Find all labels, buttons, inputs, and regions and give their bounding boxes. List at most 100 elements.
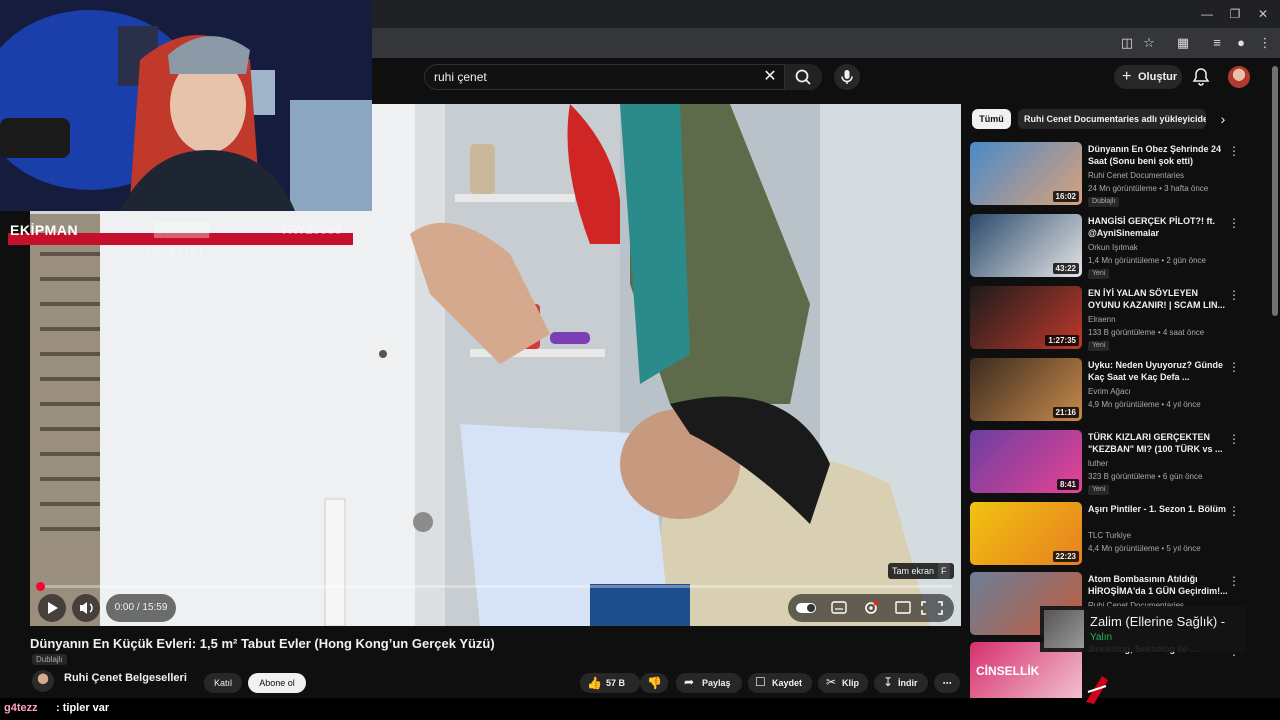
bookmark-star-icon[interactable]: ☆ [1140, 34, 1158, 52]
download-icon: ↧ [883, 675, 894, 689]
video-thumbnail[interactable]: 22:23 [970, 502, 1082, 565]
search-input[interactable] [434, 69, 754, 85]
minimize-icon[interactable]: — [1198, 5, 1216, 23]
progress-scrubber[interactable] [36, 582, 45, 591]
tooltip-text: Tam ekran [892, 566, 935, 576]
equipment-label: EKİPMAN [10, 222, 79, 238]
more-options-icon[interactable]: ⋮ [1228, 503, 1240, 519]
recommended-channel-name[interactable]: TLC Turkiye [1088, 531, 1131, 540]
more-options-icon[interactable]: ⋮ [1228, 287, 1240, 303]
thumbnail-text: CİNSELLİK [976, 664, 1040, 678]
chip-uploader[interactable]: Ruhi Cenet Documentaries adlı yükleyicid… [1018, 109, 1206, 129]
save-label: Kaydet [772, 678, 803, 688]
recommended-video-title[interactable]: EN İYİ YALAN SÖYLEYEN OYUNU KAZANIR! | S… [1088, 287, 1228, 311]
video-thumbnail[interactable]: 43:22 [970, 214, 1082, 277]
share-label: Paylaş [702, 678, 731, 688]
recommended-video-meta: 1,4 Mn görüntüleme • 2 gün önce [1088, 256, 1206, 265]
recommended-badge: Dublajlı [1088, 197, 1120, 207]
clear-search-icon[interactable]: ✕ [762, 67, 778, 87]
more-actions-button[interactable]: ⋯ [934, 673, 960, 693]
recommended-channel-name[interactable]: Ruhi Cenet Documentaries [1088, 171, 1184, 180]
volume-icon [80, 602, 93, 614]
recommended-video-meta: 24 Mn görüntüleme • 3 hafta önce [1088, 184, 1209, 193]
extensions-icon[interactable]: ▦ [1174, 34, 1192, 52]
settings-gear-icon[interactable] [865, 600, 879, 614]
dubbed-badge: Dublajlı [32, 654, 67, 665]
scrollbar[interactable] [1272, 66, 1278, 316]
volume-button[interactable] [72, 594, 100, 622]
recommended-badge: Yeni [1088, 341, 1110, 351]
time-display: 0:00 / 15:59 [106, 594, 176, 622]
cast-icon[interactable]: ◫ [1118, 34, 1136, 52]
profile-icon[interactable]: ● [1232, 34, 1250, 52]
chat-username: g4tezz [4, 702, 38, 714]
video-title: Dünyanın En Küçük Evleri: 1,5 m² Tabut E… [30, 636, 495, 651]
subtitles-icon[interactable] [831, 601, 847, 614]
recommended-video-title[interactable]: Uyku: Neden Uyuyoruz? Günde Kaç Saat ve … [1088, 359, 1228, 383]
recommended-channel-name[interactable]: luther [1088, 459, 1108, 468]
restore-icon[interactable]: ❐ [1226, 5, 1244, 23]
progress-bar[interactable] [40, 585, 952, 588]
recommended-video-title[interactable]: Atom Bombasının Atıldığı HİROŞİMA'da 1 G… [1088, 573, 1228, 597]
save-icon: ☐ [755, 675, 766, 689]
join-button[interactable]: Katıl [204, 673, 242, 693]
fullscreen-icon[interactable] [921, 601, 943, 615]
chat-message: : tipler var [56, 702, 110, 714]
album-cover [1044, 610, 1084, 648]
play-button[interactable] [38, 594, 66, 622]
more-options-icon[interactable]: ⋮ [1228, 359, 1240, 375]
recommended-video-title[interactable]: Aşırı Pintiler - 1. Sezon 1. Bölüm [1088, 503, 1228, 515]
video-duration: 43:22 [1052, 263, 1079, 274]
clip-label: Klip [842, 678, 859, 688]
download-label: İndir [898, 678, 918, 688]
subscribe-button[interactable]: Abone ol [248, 673, 306, 693]
recommended-channel-name[interactable]: Orkun Işıtmak [1088, 243, 1138, 252]
equipment-blurred-text: ██████ [154, 222, 210, 237]
stream-logo-icon [1086, 676, 1108, 704]
more-options-icon[interactable]: ⋮ [1228, 143, 1240, 159]
video-duration: 8:41 [1056, 479, 1079, 490]
theater-mode-icon[interactable] [895, 601, 911, 614]
recommended-video-meta: 4,4 Mn görüntüleme • 5 yıl önce [1088, 544, 1201, 553]
tooltip-shortcut-key: F [938, 563, 950, 579]
recommended-channel-name[interactable]: Elraenn [1088, 315, 1116, 324]
channel-name[interactable]: Ruhi Çenet Belgeselleri [64, 672, 187, 684]
share-icon: ➦ [684, 675, 695, 689]
recommended-video[interactable]: 22:23 Aşırı Pintiler - 1. Sezon 1. Bölüm T… [970, 502, 1270, 566]
recommended-video-title[interactable]: HANGİSİ GERÇEK PİLOT?! ft. @AyniSinemala… [1088, 215, 1228, 239]
like-count: 57 B [606, 678, 626, 688]
recommended-video[interactable]: 8:41 TÜRK KIZLARI GERÇEKTEN "KEZBAN" MI? … [970, 430, 1270, 495]
recommended-video[interactable]: 43:22 HANGİSİ GERÇEK PİLOT?! ft. @AyniSin… [970, 214, 1270, 279]
channel-avatar[interactable] [32, 670, 54, 692]
video-duration: 22:23 [1052, 551, 1079, 562]
notifications-bell-icon[interactable] [1192, 67, 1210, 87]
search-icon [795, 69, 811, 85]
recommended-video-title[interactable]: Dünyanın En Obez Şehrinde 24 Saat (Sonu … [1088, 143, 1228, 167]
more-options-icon[interactable]: ⋮ [1228, 215, 1240, 231]
account-avatar[interactable] [1228, 66, 1250, 88]
more-options-icon[interactable]: ⋮ [1228, 431, 1240, 447]
recommended-video[interactable]: 21:16 Uyku: Neden Uyuyoruz? Günde Kaç Saa… [970, 358, 1270, 422]
equipment-code: TRY20000 [280, 222, 342, 237]
media-queue-icon[interactable]: ≡ [1208, 34, 1226, 52]
song-artist: Yalın [1090, 632, 1113, 643]
search-button[interactable] [784, 64, 822, 90]
video-thumbnail[interactable]: 1:27:35 [970, 286, 1082, 349]
chip-all[interactable]: Tümü [972, 109, 1011, 129]
play-icon [48, 602, 58, 614]
recommended-video[interactable]: 16:02 Dünyanın En Obez Şehrinde 24 Saat (… [970, 142, 1270, 207]
video-duration: 1:27:35 [1045, 335, 1079, 346]
recommended-video[interactable]: 1:27:35 EN İYİ YALAN SÖYLEYEN OYUNU KAZAN… [970, 286, 1270, 351]
browser-menu-icon[interactable]: ⋮ [1256, 34, 1274, 52]
chevron-right-icon[interactable]: › [1214, 110, 1232, 128]
recommended-channel-name[interactable]: Evrim Ağacı [1088, 387, 1131, 396]
video-thumbnail[interactable]: 16:02 [970, 142, 1082, 205]
video-thumbnail[interactable]: 21:16 [970, 358, 1082, 421]
more-options-icon[interactable]: ⋮ [1228, 573, 1240, 589]
video-thumbnail[interactable]: 8:41 [970, 430, 1082, 493]
voice-search-button[interactable] [834, 64, 860, 90]
close-window-icon[interactable]: ✕ [1254, 5, 1272, 23]
recommended-video-title[interactable]: TÜRK KIZLARI GERÇEKTEN "KEZBAN" MI? (100… [1088, 431, 1228, 455]
autoplay-toggle[interactable] [796, 603, 816, 613]
recommended-badge: Yeni [1088, 485, 1110, 495]
